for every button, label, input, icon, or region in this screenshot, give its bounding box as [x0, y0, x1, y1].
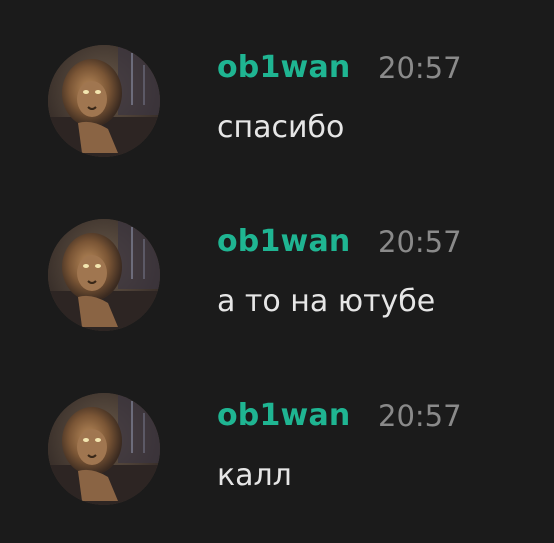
lion-avatar-icon[interactable] [48, 393, 160, 505]
lion-avatar-icon[interactable] [48, 219, 160, 331]
message-timestamp: 20:57 [378, 225, 462, 259]
message-text: спасибо [217, 110, 345, 145]
lion-avatar-icon[interactable] [48, 45, 160, 157]
message-text: калл [217, 458, 292, 493]
chat-message-list: ob1wan 20:57 спасибо ob1wan 20:57 а то н… [0, 0, 554, 543]
message-timestamp: 20:57 [378, 399, 462, 433]
message-author[interactable]: ob1wan [217, 224, 350, 260]
message-author[interactable]: ob1wan [217, 398, 350, 434]
message-timestamp: 20:57 [378, 51, 462, 85]
message-text: а то на ютубе [217, 284, 436, 319]
message-author[interactable]: ob1wan [217, 50, 350, 86]
chat-message: ob1wan 20:57 а то на ютубе [0, 216, 554, 346]
chat-message: ob1wan 20:57 калл [0, 390, 554, 520]
chat-message: ob1wan 20:57 спасибо [0, 42, 554, 172]
